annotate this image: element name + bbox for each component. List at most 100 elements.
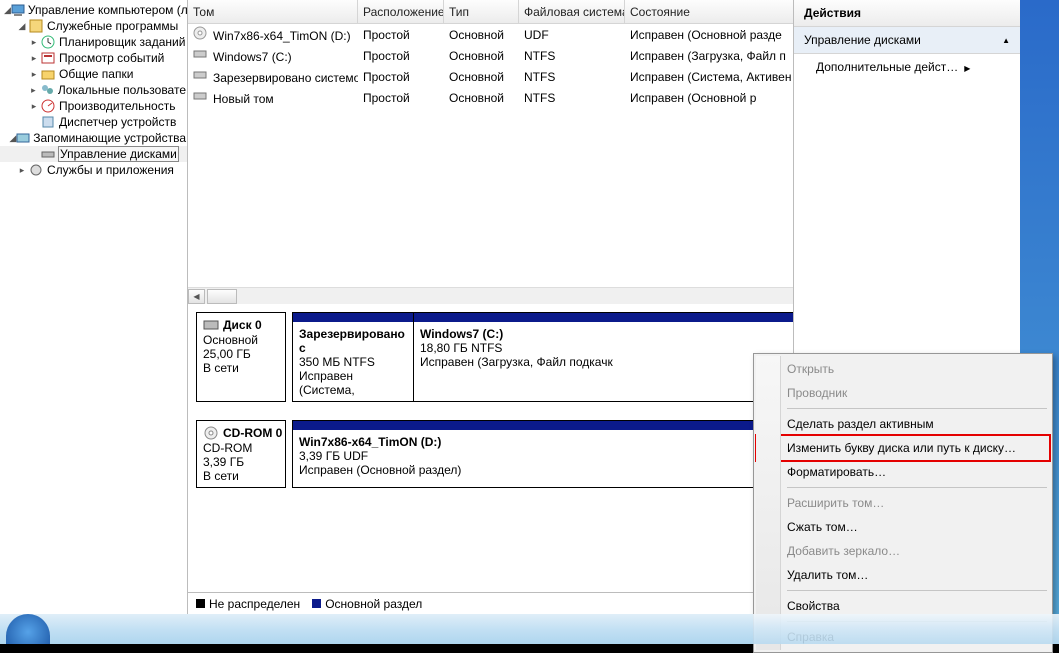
ctx-format[interactable]: Форматировать… (757, 460, 1049, 484)
storage-icon (16, 130, 30, 146)
legend-item: Основной раздел (312, 597, 422, 611)
col-layout[interactable]: Расположение (358, 0, 444, 23)
hdd-icon (193, 89, 209, 105)
ctx-explorer[interactable]: Проводник (757, 381, 1049, 405)
tree-group-system-tools[interactable]: ◢ Служебные программы (0, 18, 187, 34)
tools-icon (28, 18, 44, 34)
cell: NTFS (519, 91, 625, 105)
services-icon (28, 162, 44, 178)
separator (787, 487, 1047, 488)
actions-more-label: Дополнительные дейст… (816, 60, 958, 74)
col-type[interactable]: Тип (444, 0, 519, 23)
tree-label: Управление дисками (58, 146, 179, 162)
hdd-icon (193, 68, 209, 84)
tree-item-performance[interactable]: ▸Производительность (0, 98, 187, 114)
event-viewer-icon (40, 50, 56, 66)
scroll-left-button[interactable]: ◀ (188, 289, 205, 304)
cell: Простой (358, 28, 444, 42)
ctx-add-mirror[interactable]: Добавить зеркало… (757, 539, 1049, 563)
tree-item-local-users[interactable]: ▸Локальные пользовате (0, 82, 187, 98)
ctx-open[interactable]: Открыть (757, 357, 1049, 381)
disk-icon (203, 317, 219, 333)
separator (787, 590, 1047, 591)
computer-icon (11, 2, 25, 18)
disk-title: Диск 0 (223, 318, 262, 332)
col-fs[interactable]: Файловая система (519, 0, 625, 23)
collapse-icon[interactable]: ▲ (1002, 36, 1010, 45)
tree-label: Просмотр событий (58, 51, 165, 65)
disk-sub: 25,00 ГБ (203, 347, 283, 361)
context-menu: Открыть Проводник Сделать раздел активны… (753, 353, 1053, 653)
ctx-delete[interactable]: Удалить том… (757, 563, 1049, 587)
legend-label: Основной раздел (325, 597, 422, 611)
partition[interactable]: Зарезервировано с 350 МБ NTFS Исправен (… (293, 313, 413, 401)
ctx-make-active[interactable]: Сделать раздел активным (757, 412, 1049, 436)
actions-section[interactable]: Управление дисками ▲ (794, 27, 1020, 54)
tree-group-storage[interactable]: ◢Запоминающие устройства (0, 130, 187, 146)
cd-icon (193, 26, 209, 42)
disk-sub: Основной (203, 333, 283, 347)
performance-icon (40, 98, 56, 114)
legend-item: Не распределен (196, 597, 300, 611)
tree-label: Производительность (58, 99, 176, 113)
shared-folder-icon (40, 66, 56, 82)
tree-item-shared-folders[interactable]: ▸Общие папки (0, 66, 187, 82)
cd-drive-icon (203, 425, 219, 441)
tree-item-device-manager[interactable]: ▸Диспетчер устройств (0, 114, 187, 130)
actions-header: Действия (794, 0, 1020, 27)
tree-label: Управление компьютером (ло (27, 3, 188, 17)
tree-label: Планировщик заданий (58, 35, 186, 49)
partition-state: Исправен (Система, (299, 369, 407, 397)
nav-tree: ◢ Управление компьютером (ло ◢ Служебные… (0, 0, 188, 614)
tree-group-services[interactable]: ▸Службы и приложения (0, 162, 187, 178)
tree-label: Службы и приложения (46, 163, 175, 177)
device-manager-icon (40, 114, 56, 130)
disk-title: CD-ROM 0 (223, 426, 282, 440)
disk-header[interactable]: CD-ROM 0 CD-ROM 3,39 ГБ В сети (196, 420, 286, 488)
separator (787, 408, 1047, 409)
cell: Простой (358, 70, 444, 84)
actions-section-label: Управление дисками (804, 33, 921, 47)
cell: Зарезервировано системой (213, 71, 358, 85)
cell: Основной (444, 28, 519, 42)
cell: Основной (444, 91, 519, 105)
cell: NTFS (519, 70, 625, 84)
tree-label: Служебные программы (46, 19, 179, 33)
tree-item-event-viewer[interactable]: ▸Просмотр событий (0, 50, 187, 66)
cell: Простой (358, 49, 444, 63)
tree-item-task-scheduler[interactable]: ▸Планировщик заданий (0, 34, 187, 50)
ctx-change-drive-letter[interactable]: Изменить букву диска или путь к диску… (757, 436, 1049, 460)
disk-sub: CD-ROM (203, 441, 283, 455)
disk-sub: В сети (203, 469, 283, 483)
cell: Windows7 (C:) (213, 50, 292, 64)
col-volume[interactable]: Том (188, 0, 358, 23)
actions-more[interactable]: Дополнительные дейст… ▶ (794, 54, 1020, 80)
tree-item-disk-management[interactable]: ▸Управление дисками (0, 146, 187, 162)
cell: Win7x86-x64_TimON (D:) (213, 29, 351, 43)
cell: Новый том (213, 92, 274, 106)
disk-header[interactable]: Диск 0 Основной 25,00 ГБ В сети (196, 312, 286, 402)
tree-label: Запоминающие устройства (32, 131, 187, 145)
users-icon (39, 82, 55, 98)
partition-name: Зарезервировано с (299, 327, 407, 355)
legend-label: Не распределен (209, 597, 300, 611)
ctx-shrink[interactable]: Сжать том… (757, 515, 1049, 539)
partition-size: 350 МБ NTFS (299, 355, 407, 369)
tree-label: Диспетчер устройств (58, 115, 177, 129)
ctx-extend[interactable]: Расширить том… (757, 491, 1049, 515)
disk-sub: В сети (203, 361, 283, 375)
cell: UDF (519, 28, 625, 42)
tree-root[interactable]: ◢ Управление компьютером (ло (0, 2, 187, 18)
scroll-thumb[interactable] (207, 289, 237, 304)
disk-sub: 3,39 ГБ (203, 455, 283, 469)
hdd-icon (193, 47, 209, 63)
disk-management-icon (40, 146, 56, 162)
clock-icon (40, 34, 56, 50)
tree-label: Общие папки (58, 67, 134, 81)
partition-name: Windows7 (C:) (420, 327, 834, 341)
chevron-right-icon: ▶ (964, 64, 970, 73)
taskbar[interactable] (0, 614, 1059, 644)
cell: Основной (444, 70, 519, 84)
cell: Простой (358, 91, 444, 105)
tree-label: Локальные пользовате (57, 83, 187, 97)
